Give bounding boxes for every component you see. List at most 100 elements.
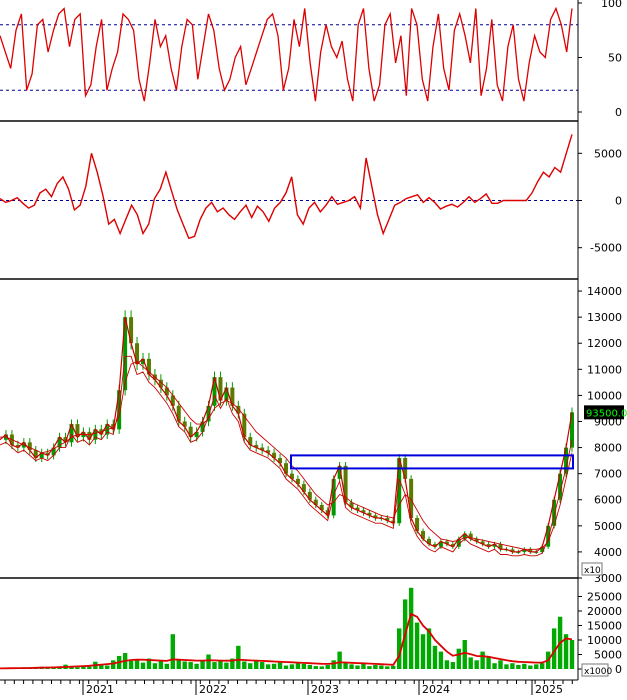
- volume-bar: [206, 654, 211, 669]
- volume-bar: [319, 666, 324, 669]
- oscillator-y-tick-label: 0: [615, 106, 622, 119]
- volume-bar: [540, 663, 545, 669]
- volume-bar: [176, 660, 181, 669]
- volume-bar: [128, 660, 134, 669]
- stock-chart: 100 50 0 5000 0 -5000 14000 13000 12000 11000 10…: [0, 0, 627, 696]
- volume-bar: [456, 648, 461, 669]
- volume-bar: [277, 662, 283, 669]
- volume-bar: [438, 651, 444, 669]
- price-y-tick-label: 6000: [594, 494, 622, 507]
- volume-bar: [528, 665, 533, 669]
- momentum-y-tick-label: -5000: [590, 242, 622, 255]
- volume-bar: [194, 663, 199, 669]
- volume-y-tick-label: 10000: [587, 634, 622, 647]
- oscillator-y-tick-label: 50: [608, 52, 622, 65]
- volume-bar: [462, 640, 467, 669]
- volume-bar: [265, 664, 271, 669]
- volume-bar: [510, 663, 515, 669]
- volume-bar: [522, 663, 527, 669]
- last-price-label: 93500.0: [586, 408, 627, 419]
- volume-bar: [313, 666, 318, 669]
- volume-bar: [349, 664, 354, 669]
- volume-bar: [164, 663, 170, 669]
- volume-bar: [534, 664, 539, 669]
- volume-bar: [408, 587, 414, 669]
- volume-y-tick-label: 5000: [594, 649, 622, 662]
- oscillator-y-tick-label: 100: [601, 0, 622, 10]
- volume-bar: [289, 664, 295, 669]
- volume-bar: [75, 667, 80, 669]
- momentum-y-tick-label: 5000: [594, 147, 622, 160]
- volume-bar: [361, 663, 366, 669]
- price-y-tick-label: 4000: [594, 546, 622, 559]
- price-y-tick-label: 14000: [587, 285, 622, 298]
- volume-bar: [259, 662, 265, 669]
- x-year-label: 2023: [311, 683, 339, 695]
- volume-bar: [391, 665, 396, 669]
- volume-bar: [224, 662, 229, 669]
- x-year-label: 2025: [535, 683, 563, 695]
- volume-bar: [188, 662, 193, 669]
- volume-bar: [355, 665, 360, 669]
- volume-multiplier-label: x1000: [584, 667, 613, 677]
- price-y-tick-label: 5000: [594, 520, 622, 533]
- volume-bar: [569, 640, 575, 669]
- volume-bar: [337, 651, 342, 669]
- price-y-tick-label: 13000: [587, 311, 622, 324]
- x-year-label: 2022: [199, 683, 227, 695]
- volume-y-tick-label: 20000: [587, 605, 622, 618]
- volume-bar: [295, 663, 301, 669]
- volume-bar: [450, 662, 456, 669]
- volume-bar: [331, 660, 336, 669]
- volume-bar: [248, 663, 253, 669]
- volume-y-tick-label: 0: [615, 663, 622, 676]
- momentum-y-tick-label: 0: [615, 195, 622, 208]
- volume-bar: [158, 661, 164, 669]
- x-year-label: 2024: [422, 683, 450, 695]
- volume-bar: [111, 660, 116, 669]
- price-y-tick-label: 8000: [594, 442, 622, 455]
- volume-bar: [271, 663, 277, 669]
- volume-bar: [373, 664, 378, 669]
- price-y-tick-label: 10000: [587, 389, 622, 402]
- volume-bar: [218, 660, 223, 669]
- volume-bar: [480, 651, 485, 669]
- volume-bar: [516, 664, 521, 669]
- volume-bar: [254, 660, 259, 669]
- x-year-label: 2021: [86, 683, 114, 695]
- volume-bar: [212, 662, 217, 669]
- price-y-tick-label: 12000: [587, 337, 622, 350]
- volume-bar: [140, 662, 146, 669]
- price-y-tick-label: 11000: [587, 363, 622, 376]
- volume-bar: [432, 645, 438, 669]
- volume-bar: [236, 645, 241, 669]
- volume-bar: [325, 664, 330, 669]
- volume-bar: [301, 663, 307, 669]
- volume-bar: [152, 663, 158, 669]
- volume-bar: [283, 665, 289, 669]
- volume-bar: [420, 634, 426, 669]
- volume-bar: [444, 660, 450, 669]
- volume-bar: [170, 634, 175, 669]
- volume-bar: [307, 664, 313, 669]
- volume-bar: [200, 660, 205, 669]
- volume-bar: [105, 665, 110, 669]
- volume-bar: [486, 657, 491, 669]
- volume-bar: [87, 666, 92, 669]
- volume-bar: [379, 665, 384, 669]
- chart-canvas: 100500 50000-5000 1400013000120001100010…: [0, 0, 627, 696]
- price-y-tick-label: 7000: [594, 468, 622, 481]
- volume-bar: [182, 661, 187, 669]
- volume-bar: [242, 661, 247, 669]
- volume-bar: [504, 664, 509, 669]
- volume-bar: [492, 663, 497, 669]
- volume-bar: [474, 660, 479, 669]
- volume-bar: [367, 666, 372, 669]
- volume-y-tick-label: 25000: [587, 591, 622, 604]
- volume-bar: [468, 657, 473, 669]
- volume-bar: [414, 622, 420, 669]
- volume-bar: [498, 660, 503, 669]
- volume-y-tick-label: 15000: [587, 620, 622, 633]
- price-multiplier-label: x10: [584, 566, 601, 576]
- volume-bar: [385, 666, 390, 669]
